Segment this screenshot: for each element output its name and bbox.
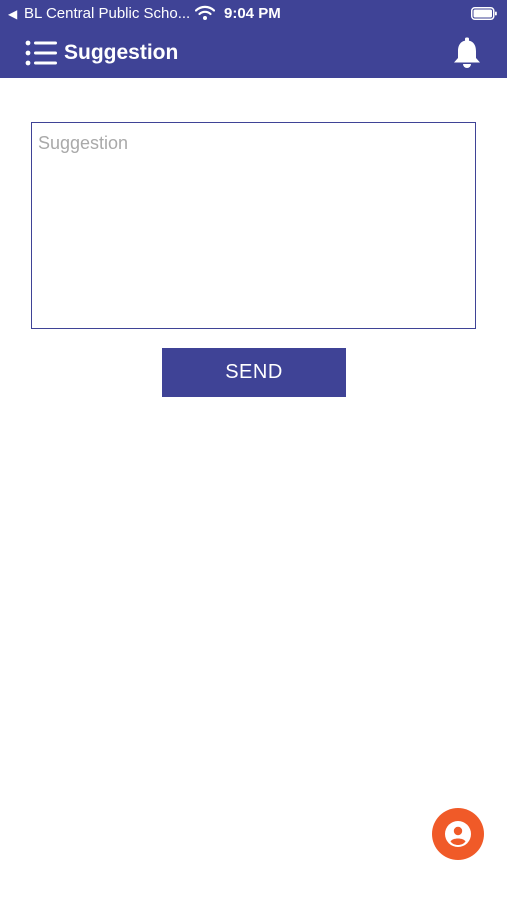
battery-icon [471, 7, 497, 20]
menu-list-icon[interactable] [25, 40, 57, 66]
suggestion-input[interactable] [31, 122, 476, 329]
wifi-icon [194, 5, 216, 21]
back-to-app-arrow[interactable]: ◀ [8, 6, 17, 22]
page-title: Suggestion [64, 41, 179, 64]
status-time: 9:04 PM [224, 5, 281, 22]
app-bar: Suggestion [0, 28, 507, 78]
profile-fab-button[interactable] [432, 808, 484, 860]
status-bar: ◀ BL Central Public Scho... 9:04 PM [0, 0, 507, 28]
bell-icon[interactable] [452, 37, 482, 69]
send-button[interactable]: SEND [162, 348, 346, 397]
back-app-name[interactable]: BL Central Public Scho... [24, 5, 190, 23]
user-profile-icon [445, 821, 471, 847]
